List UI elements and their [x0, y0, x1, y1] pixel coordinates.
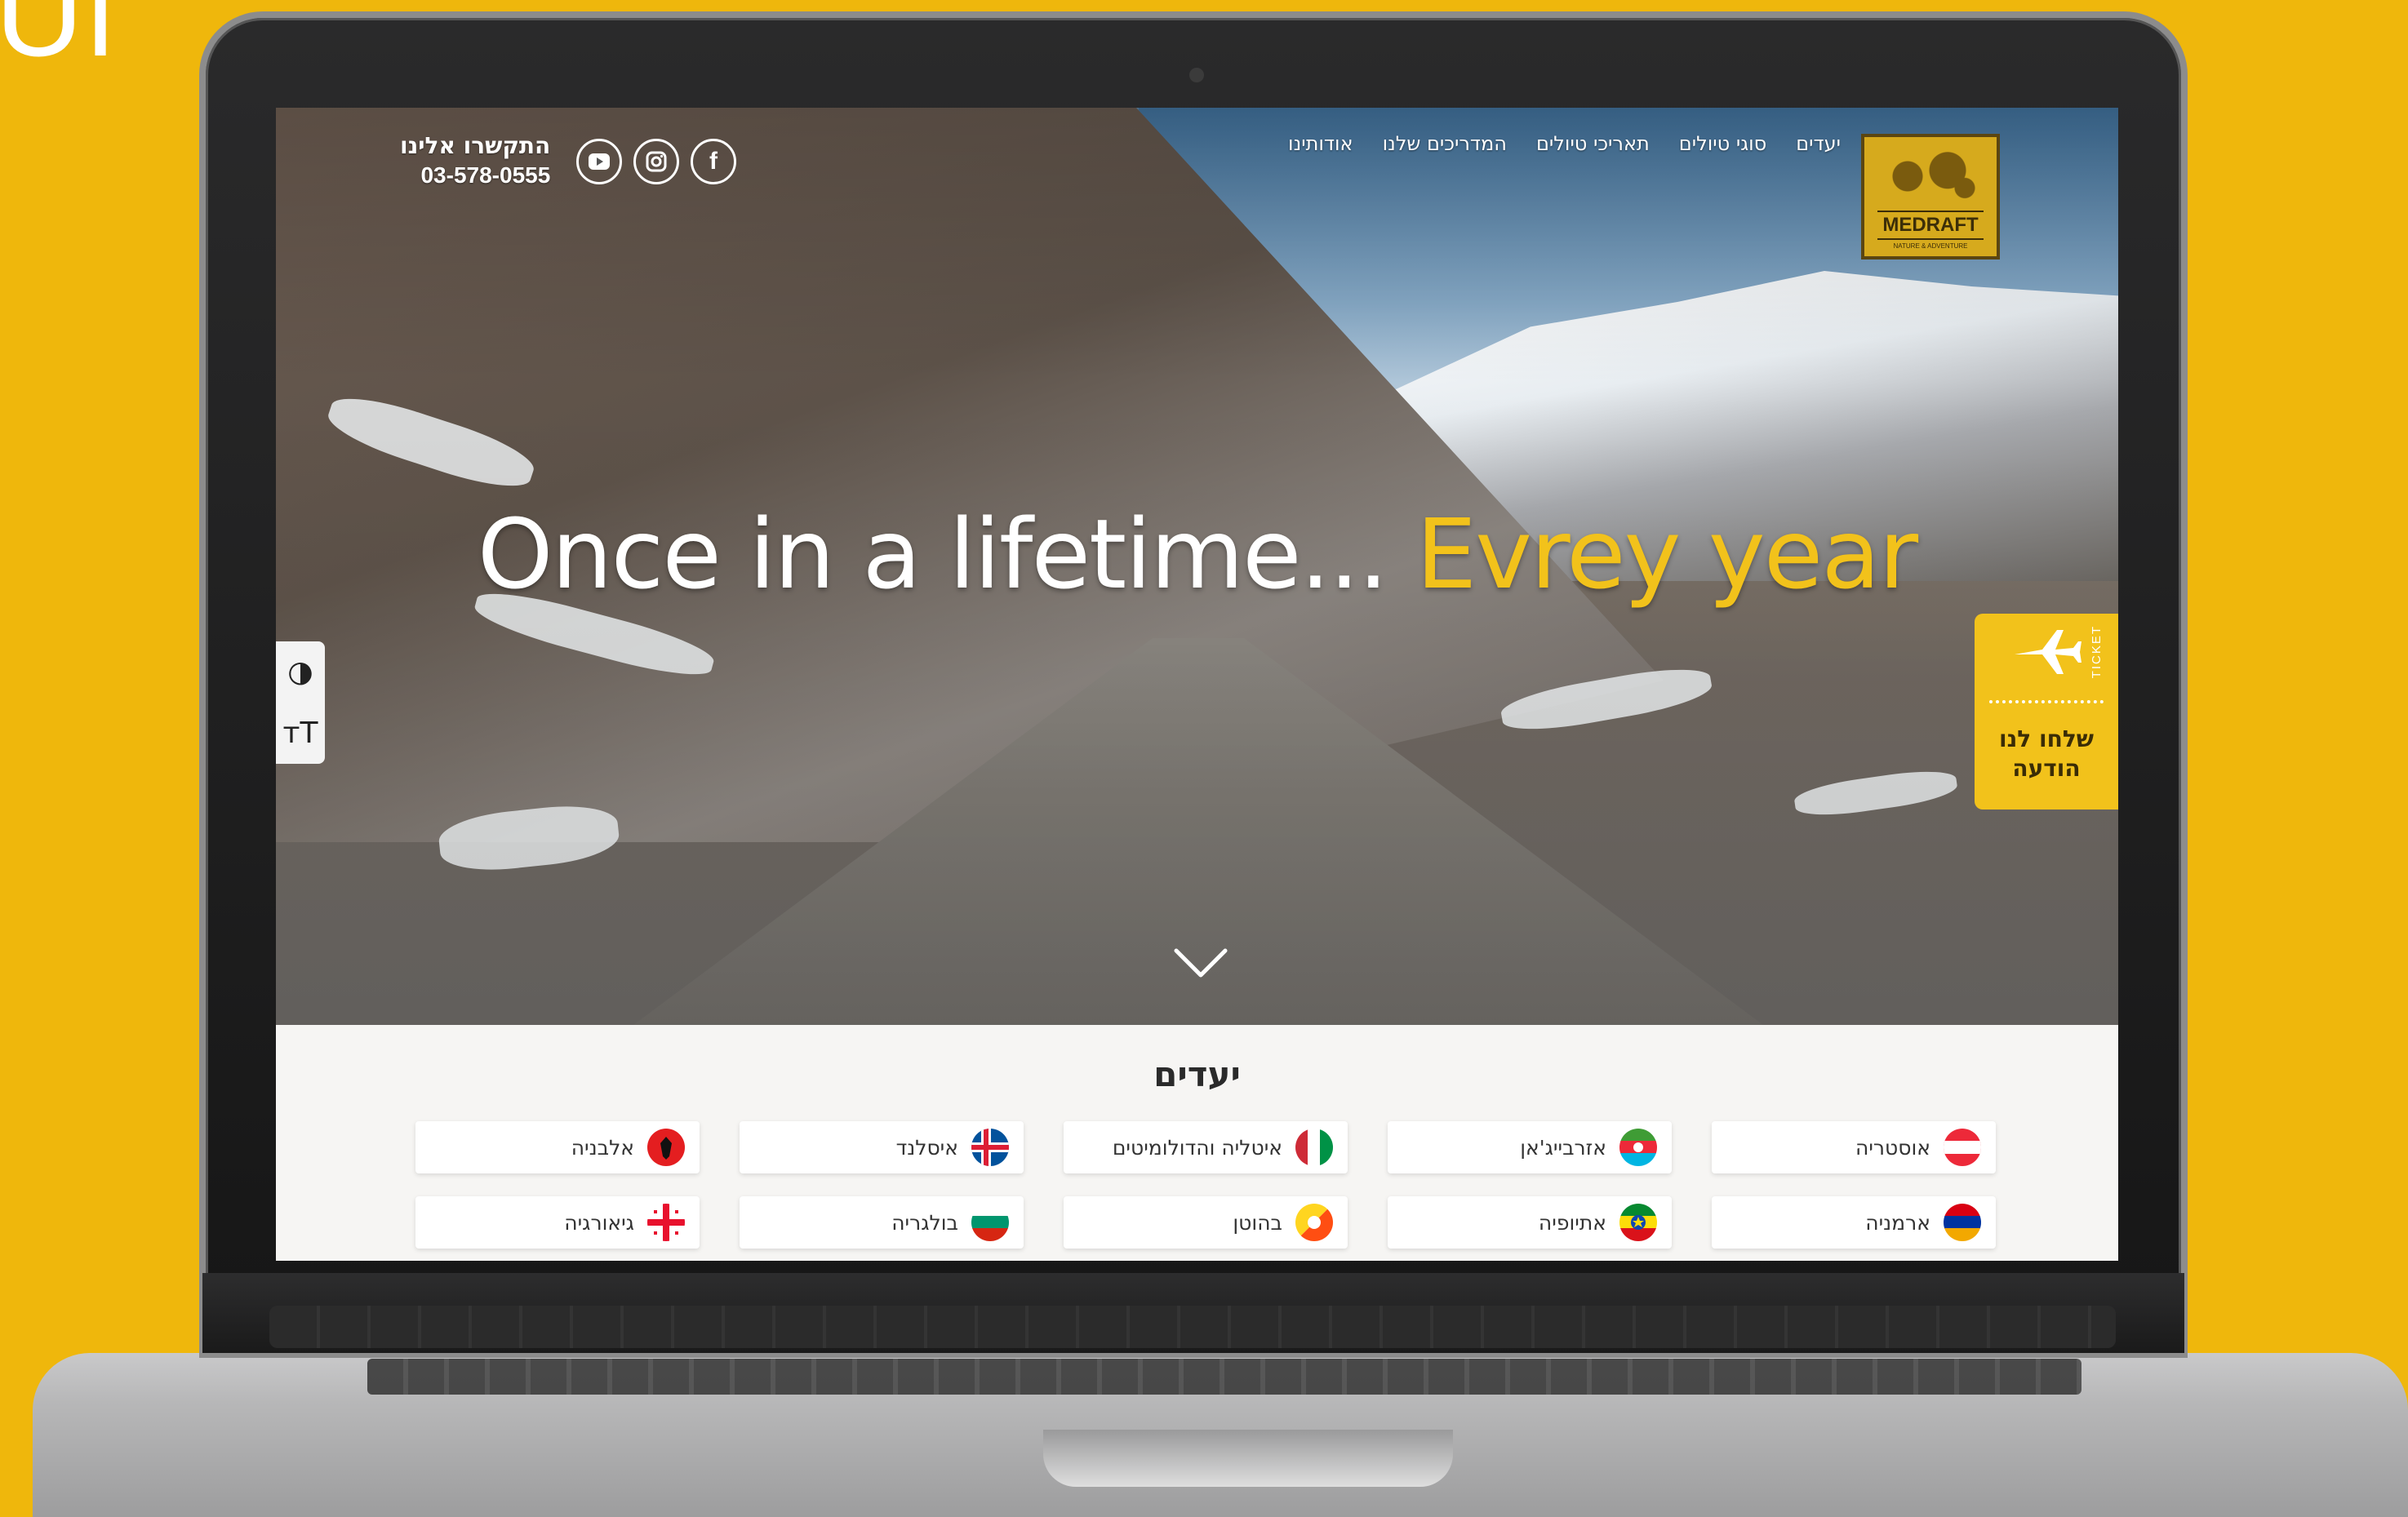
destination-name: איסלנד [895, 1135, 958, 1160]
destination-card[interactable]: אלבניה [415, 1121, 700, 1173]
nav-item-our-guides[interactable]: המדריכים שלנו [1383, 132, 1507, 155]
destination-card[interactable]: גיאורגיה [415, 1196, 700, 1249]
destination-name: אלבניה [571, 1135, 634, 1160]
nav-item-about[interactable]: אודותינו [1288, 132, 1353, 155]
instagram-icon[interactable] [633, 139, 679, 184]
flag-albania-icon [647, 1129, 685, 1166]
destination-card[interactable]: אוסטריה [1712, 1121, 1996, 1173]
nav-item-trip-types[interactable]: סוגי טיולים [1679, 132, 1766, 155]
contact-phone[interactable]: 03-578-0555 [400, 162, 550, 189]
flag-armenia-icon [1944, 1204, 1981, 1241]
flag-bhutan-icon [1295, 1204, 1333, 1241]
destinations-section: יעדים אוסטריה אזרבייג'אן איטליה והדולומי… [276, 1025, 2118, 1261]
facebook-glyph: f [709, 148, 718, 175]
contact-block: התקשרו אלינו 03-578-0555 [400, 132, 550, 189]
destination-name: איטליה והדולומיטים [1112, 1135, 1282, 1160]
main-nav: יעדים סוגי טיולים תאריכי טיולים המדריכים… [1288, 132, 1841, 155]
destinations-title: יעדים [1153, 1054, 1241, 1094]
send-message-ticket-button[interactable]: TICKET שלחו לנו הודעה [1975, 614, 2118, 810]
destination-name: גיאורגיה [564, 1210, 634, 1235]
destinations-grid: אוסטריה אזרבייג'אן איטליה והדולומיטים אי… [400, 1121, 1996, 1249]
destination-card[interactable]: ארמניה [1712, 1196, 1996, 1249]
corner-text: Ul [0, 0, 118, 82]
headline-yellow-text: Evrey year [1415, 498, 1919, 610]
destination-card[interactable]: איטליה והדולומיטים [1064, 1121, 1348, 1173]
flag-iceland-icon [971, 1129, 1009, 1166]
laptop-keyboard [367, 1359, 2081, 1395]
ticket-text: שלחו לנו הודעה [1999, 725, 2094, 783]
hero-headline: Once in a lifetime... Evrey year [276, 498, 2118, 610]
destination-name: אוסטריה [1855, 1135, 1930, 1160]
flag-azerbaijan-icon [1619, 1129, 1657, 1166]
laptop-notch [1043, 1430, 1453, 1487]
contact-title: התקשרו אלינו [400, 132, 551, 159]
destination-card[interactable]: אזרבייג'אן [1388, 1121, 1672, 1173]
facebook-icon[interactable]: f [691, 139, 736, 184]
flag-georgia-icon [647, 1204, 685, 1241]
text-size-icon[interactable]: тT [283, 716, 318, 750]
world-map-icon [1873, 147, 1988, 206]
medraft-logo[interactable]: MEDRAFT NATURE & ADVENTURE [1861, 134, 2000, 259]
website-screen: MEDRAFT NATURE & ADVENTURE יעדים סוגי טי… [276, 108, 2118, 1261]
social-links: f [576, 139, 736, 184]
destination-name: אזרבייג'אן [1520, 1135, 1606, 1160]
accessibility-toolbar: ◑ тT [276, 641, 325, 764]
ticket-text-line2: הודעה [2012, 755, 2081, 782]
ticket-label: TICKET [2090, 625, 2104, 679]
destination-name: ארמניה [1865, 1210, 1930, 1235]
destination-name: אתיופיה [1538, 1210, 1606, 1235]
camera [1189, 68, 1204, 82]
destination-name: בולגריה [891, 1210, 958, 1235]
nav-item-destinations[interactable]: יעדים [1796, 132, 1841, 155]
logo-tagline: NATURE & ADVENTURE [1893, 242, 1968, 250]
youtube-icon[interactable] [576, 139, 622, 184]
destination-name: בהוטן [1233, 1210, 1282, 1235]
nav-item-trip-dates[interactable]: תאריכי טיולים [1536, 132, 1650, 155]
logo-name: MEDRAFT [1877, 211, 1984, 240]
laptop-hinge [269, 1306, 2116, 1348]
ticket-text-line1: שלחו לנו [1998, 725, 2094, 752]
destination-card[interactable]: איסלנד [740, 1121, 1024, 1173]
airplane-icon [2015, 630, 2081, 674]
destination-card[interactable]: אתיופיה [1388, 1196, 1672, 1249]
destination-card[interactable]: בולגריה [740, 1196, 1024, 1249]
flag-italy-icon [1295, 1129, 1333, 1166]
headline-white-text: Once in a lifetime... [477, 498, 1416, 610]
ticket-divider [1989, 700, 2104, 703]
flag-ethiopia-icon [1619, 1204, 1657, 1241]
contrast-toggle-icon[interactable]: ◑ [287, 655, 313, 689]
destination-card[interactable]: בהוטן [1064, 1196, 1348, 1249]
flag-bulgaria-icon [971, 1204, 1009, 1241]
flag-austria-icon [1944, 1129, 1981, 1166]
hero-section: MEDRAFT NATURE & ADVENTURE יעדים סוגי טי… [276, 108, 2118, 1025]
scroll-down-chevron-icon[interactable] [1172, 947, 1229, 979]
